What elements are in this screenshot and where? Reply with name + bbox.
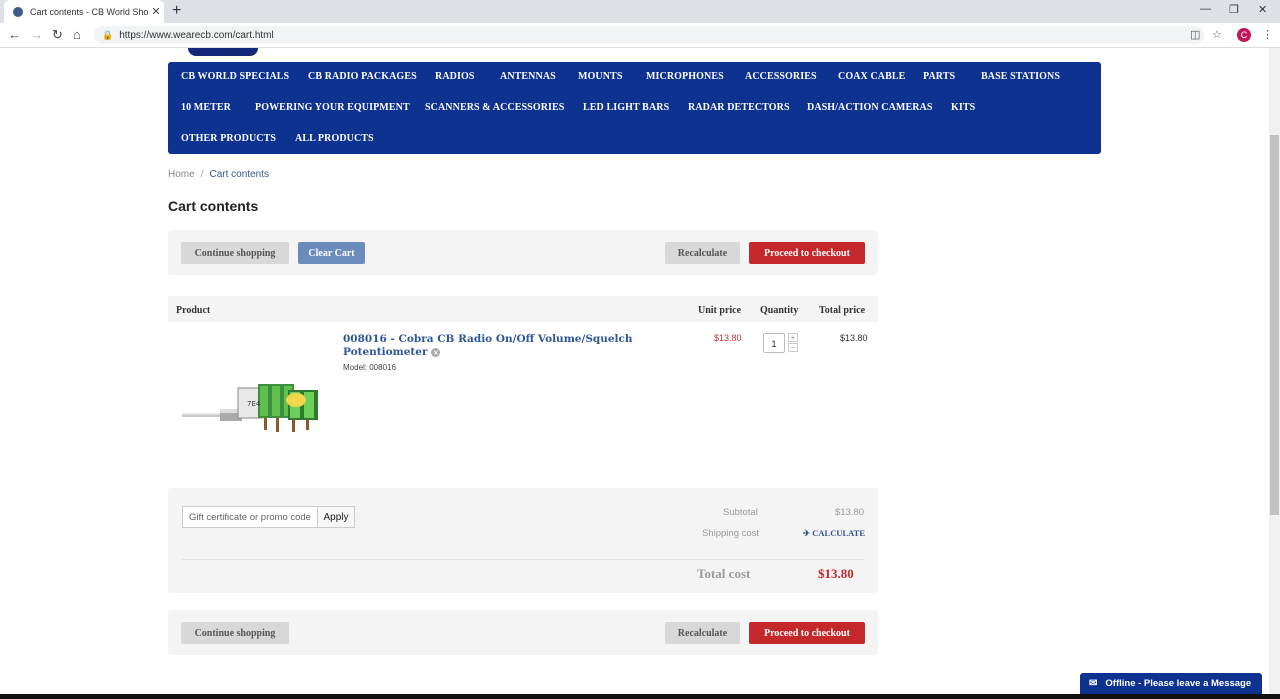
shipping-cost-label: Shipping cost xyxy=(702,528,760,539)
nav-powering-your-equipment[interactable]: POWERING YOUR EQUIPMENT xyxy=(255,102,410,113)
nav-all-products[interactable]: ALL PRODUCTS xyxy=(295,133,374,144)
nav-dash-action-cameras[interactable]: DASH/ACTION CAMERAS xyxy=(807,102,933,113)
header-total-price: Total price xyxy=(819,305,866,316)
header-quantity: Quantity xyxy=(760,305,799,316)
profile-avatar[interactable]: C xyxy=(1237,28,1251,42)
product-name-text[interactable]: 008016 - Cobra CB Radio On/Off Volume/Sq… xyxy=(343,333,633,358)
remove-item-icon[interactable]: × xyxy=(431,347,441,357)
nav-other-products[interactable]: OTHER PRODUCTS xyxy=(181,133,276,144)
browser-menu-icon[interactable]: ⋮ xyxy=(1262,28,1273,41)
nav-radar-detectors[interactable]: RADAR DETECTORS xyxy=(688,102,790,113)
nav-antennas[interactable]: ANTENNAS xyxy=(500,71,556,82)
svg-text:7E4: 7E4 xyxy=(247,400,261,408)
bookmark-star-icon[interactable]: ☆ xyxy=(1212,28,1222,41)
window-close-icon[interactable]: ✕ xyxy=(1258,3,1267,16)
url-field[interactable]: 🔒 https://www.wearecb.com/cart.html xyxy=(94,26,1204,44)
continue-shopping-button-top[interactable]: Continue shopping xyxy=(181,242,289,264)
breadcrumb-home[interactable]: Home xyxy=(168,169,195,180)
breadcrumb-current[interactable]: Cart contents xyxy=(209,169,268,180)
total-cost-value: $13.80 xyxy=(818,566,854,581)
clear-cart-button[interactable]: Clear Cart xyxy=(298,242,365,264)
lock-icon: 🔒 xyxy=(102,29,114,40)
quantity-increase-icon[interactable]: + xyxy=(788,333,798,342)
os-taskbar xyxy=(0,694,1280,699)
nav-kits[interactable]: KITS xyxy=(951,102,975,113)
address-bar-row: ← → ↻ ⌂ 🔒 https://www.wearecb.com/cart.h… xyxy=(0,23,1280,48)
summary-divider xyxy=(182,559,864,560)
nav-mounts[interactable]: MOUNTS xyxy=(578,71,623,82)
browser-tab-bar: Cart contents - CB World Shopp ✕ + — ❐ ✕ xyxy=(0,0,1280,23)
subtotal-value: $13.80 xyxy=(835,507,865,518)
recalculate-button-top[interactable]: Recalculate xyxy=(665,242,740,264)
url-text: https://www.wearecb.com/cart.html xyxy=(119,29,274,41)
subtotal-label: Subtotal xyxy=(723,507,758,518)
nav-accessories[interactable]: ACCESSORIES xyxy=(745,71,817,82)
nav-base-stations[interactable]: BASE STATIONS xyxy=(981,71,1060,82)
apply-promo-button[interactable]: Apply xyxy=(317,506,355,528)
nav-cb-world-specials[interactable]: CB WORLD SPECIALS xyxy=(181,71,289,82)
envelope-icon: ✉ xyxy=(1089,678,1098,689)
calculate-shipping-text[interactable]: CALCULATE xyxy=(812,528,865,538)
chat-widget-label[interactable]: Offline - Please leave a Message xyxy=(1105,678,1251,689)
quantity-decrease-icon[interactable]: – xyxy=(788,343,798,352)
nav-led-light-bars[interactable]: LED LIGHT BARS xyxy=(583,102,669,113)
promo-code-input[interactable]: Gift certificate or promo code xyxy=(182,506,318,528)
nav-microphones[interactable]: MICROPHONES xyxy=(646,71,724,82)
product-model: Model: 008016 xyxy=(343,363,396,372)
back-icon[interactable]: ← xyxy=(8,27,21,42)
site-logo[interactable] xyxy=(188,48,258,56)
tab-title: Cart contents - CB World Shopp xyxy=(30,6,148,17)
offline-chat-widget[interactable]: ✉ Offline - Please leave a Message xyxy=(1080,673,1262,694)
product-image[interactable]: 7E4 xyxy=(180,372,322,438)
nav-coax-cable[interactable]: COAX CABLE xyxy=(838,71,905,82)
reload-icon[interactable]: ↻ xyxy=(52,27,63,43)
translate-icon[interactable]: ◫ xyxy=(1190,28,1200,41)
forward-icon[interactable]: → xyxy=(30,27,43,42)
nav-parts[interactable]: PARTS xyxy=(923,71,955,82)
header-unit-price: Unit price xyxy=(698,305,742,316)
continue-shopping-button-bottom[interactable]: Continue shopping xyxy=(181,622,289,644)
nav-scanners-accessories[interactable]: SCANNERS & ACCESSORIES xyxy=(425,102,564,113)
minimize-icon[interactable]: — xyxy=(1200,3,1211,15)
header-product: Product xyxy=(176,305,211,316)
nav-10-meter[interactable]: 10 METER xyxy=(181,102,231,113)
page-title: Cart contents xyxy=(168,198,259,214)
main-category-nav: CB WORLD SPECIALS CB RADIO PACKAGES RADI… xyxy=(168,62,1101,154)
checkout-button-top[interactable]: Proceed to checkout xyxy=(749,242,865,264)
nav-radios[interactable]: RADIOS xyxy=(435,71,475,82)
airplane-icon: ✈ xyxy=(803,528,813,538)
scrollbar-thumb[interactable] xyxy=(1270,135,1279,515)
tab-close-icon[interactable]: ✕ xyxy=(148,5,164,18)
quantity-input[interactable]: 1 xyxy=(763,333,785,353)
breadcrumb: Home / Cart contents xyxy=(168,169,269,180)
checkout-button-bottom[interactable]: Proceed to checkout xyxy=(749,622,865,644)
site-favicon-icon xyxy=(13,6,23,17)
breadcrumb-separator: / xyxy=(200,169,204,180)
product-name-link[interactable]: 008016 - Cobra CB Radio On/Off Volume/Sq… xyxy=(343,333,643,359)
item-unit-price: $13.80 xyxy=(714,333,742,343)
item-total-price: $13.80 xyxy=(840,333,868,343)
recalculate-button-bottom[interactable]: Recalculate xyxy=(665,622,740,644)
home-icon[interactable]: ⌂ xyxy=(73,27,81,42)
maximize-icon[interactable]: ❐ xyxy=(1229,3,1239,16)
total-cost-label: Total cost xyxy=(697,566,751,581)
new-tab-button[interactable]: + xyxy=(172,2,181,20)
cart-summary-panel xyxy=(168,488,878,593)
browser-tab[interactable]: Cart contents - CB World Shopp ✕ xyxy=(4,0,164,23)
nav-cb-radio-packages[interactable]: CB RADIO PACKAGES xyxy=(308,71,417,82)
calculate-shipping-link[interactable]: ✈ CALCULATE xyxy=(803,528,865,539)
